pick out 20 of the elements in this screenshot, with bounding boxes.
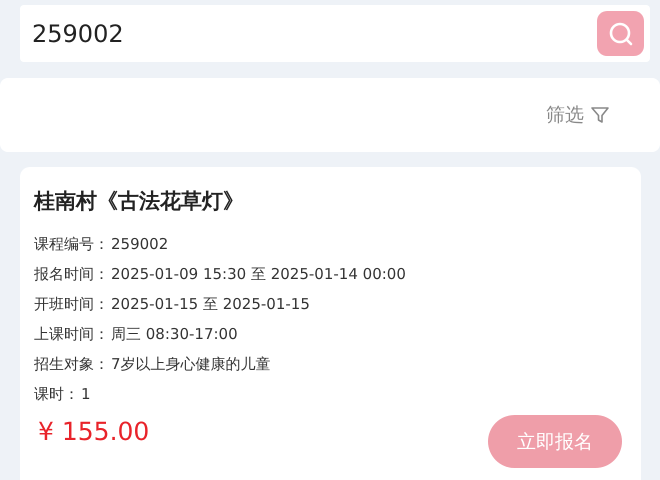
course-title: 桂南村《古法花草灯》 [34, 188, 245, 215]
field-value: 1 [81, 385, 91, 403]
field-value: 2025-01-15 至 2025-01-15 [111, 295, 310, 313]
field-label: 报名时间： [34, 265, 109, 283]
course-price: ¥ 155.00 [38, 417, 150, 446]
field-label: 上课时间： [34, 325, 109, 343]
funnel-icon [590, 105, 610, 125]
search-input[interactable]: 259002 [32, 20, 597, 48]
field-label: 开班时间： [34, 295, 109, 313]
field-label: 课时： [34, 385, 79, 403]
field-value: 259002 [111, 235, 168, 253]
search-field[interactable]: 259002 [20, 5, 650, 62]
field-label: 招生对象： [34, 355, 109, 373]
field-value: 周三 08:30-17:00 [111, 325, 238, 343]
filter-button[interactable]: 筛选 [546, 102, 610, 128]
search-button[interactable] [597, 11, 644, 56]
field-value: 7岁以上身心健康的儿童 [111, 355, 271, 373]
field-label: 课程编号： [34, 235, 109, 253]
search-icon [606, 20, 634, 48]
field-value: 2025-01-09 15:30 至 2025-01-14 00:00 [111, 265, 406, 283]
